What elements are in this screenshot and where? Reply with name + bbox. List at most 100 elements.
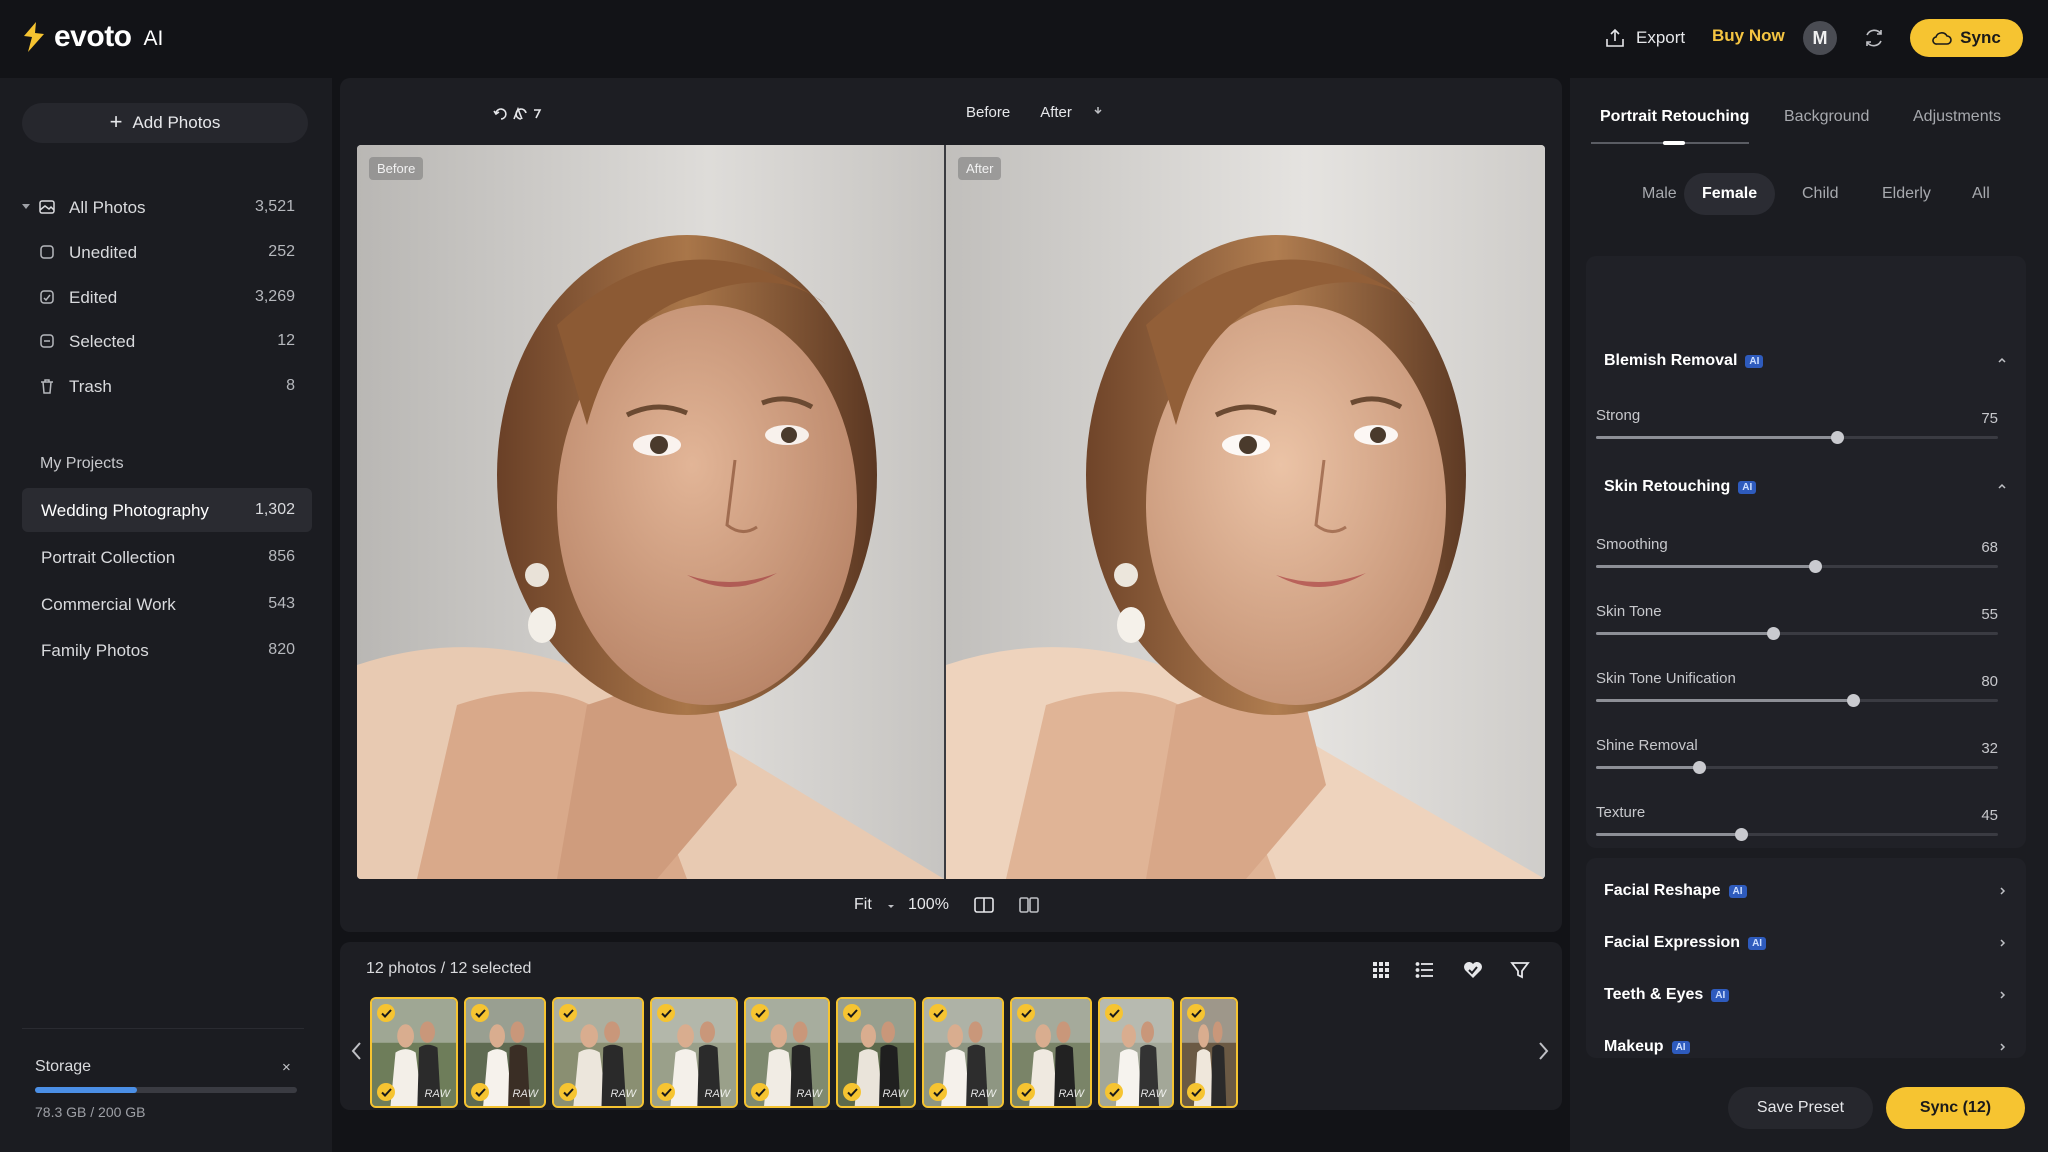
section-header[interactable]: Facial Reshape AI: [1604, 882, 1747, 900]
slider-shine-removal[interactable]: Shine Removal 32: [1596, 737, 1998, 797]
check-icon[interactable]: [843, 1004, 861, 1022]
blemish-removal-header[interactable]: Blemish Removal AI: [1604, 352, 1764, 370]
filmstrip-thumbnail[interactable]: RAW: [744, 997, 830, 1108]
add-photos-button[interactable]: + Add Photos: [22, 103, 308, 143]
slider-handle[interactable]: [1692, 761, 1706, 774]
sidebar-item-unedited[interactable]: Unedited 252: [22, 232, 308, 272]
slider-track[interactable]: [1596, 560, 1998, 573]
segment-all[interactable]: All: [1954, 173, 2008, 215]
filmstrip-thumbnail[interactable]: RAW: [552, 997, 644, 1108]
filmstrip-thumbnail[interactable]: RAW: [1098, 997, 1174, 1108]
chevron-down-icon[interactable]: [1092, 106, 1104, 118]
slider-track[interactable]: [1596, 431, 1998, 444]
filmstrip-thumbnail[interactable]: RAW: [370, 997, 458, 1108]
chevron-up-icon[interactable]: [1996, 354, 2008, 366]
grid-view-icon[interactable]: [1370, 959, 1392, 981]
check-icon[interactable]: [929, 1083, 947, 1101]
zoom-fit-dropdown[interactable]: Fit: [854, 896, 872, 914]
check-icon[interactable]: [471, 1004, 489, 1022]
slider-skin-tone[interactable]: Skin Tone 55: [1596, 603, 1998, 663]
check-icon[interactable]: [559, 1004, 577, 1022]
check-icon[interactable]: [559, 1083, 577, 1101]
caret-down-icon[interactable]: [886, 902, 896, 910]
check-icon[interactable]: [377, 1083, 395, 1101]
check-icon[interactable]: [751, 1083, 769, 1101]
sidebar-item-selected[interactable]: Selected 12: [22, 321, 308, 361]
after-photo[interactable]: [946, 145, 1545, 879]
check-icon[interactable]: [1105, 1083, 1123, 1101]
slider-handle[interactable]: [1808, 560, 1822, 573]
check-icon[interactable]: [657, 1004, 675, 1022]
sidebar-item-trash[interactable]: Trash 8: [22, 366, 308, 406]
refresh-icon[interactable]: [1862, 26, 1886, 50]
side-by-side-icon[interactable]: [1019, 896, 1039, 914]
check-icon[interactable]: [929, 1004, 947, 1022]
slider-skin-tone-unification[interactable]: Skin Tone Unification 80: [1596, 670, 1998, 730]
chevron-right-icon[interactable]: [1996, 1041, 2008, 1053]
tab-portrait-retouching[interactable]: Portrait Retouching: [1600, 108, 1749, 126]
slider-strong[interactable]: Strong 75: [1596, 407, 1998, 467]
filmstrip-thumbnail[interactable]: [1180, 997, 1238, 1108]
compare-before[interactable]: Before: [966, 104, 1010, 121]
section-header[interactable]: Makeup AI: [1604, 1038, 1690, 1056]
sync-selected-button[interactable]: Sync (12): [1886, 1087, 2025, 1129]
filmstrip-thumbnail[interactable]: RAW: [836, 997, 916, 1108]
check-icon[interactable]: [657, 1083, 675, 1101]
slider-handle[interactable]: [1734, 828, 1748, 841]
chevron-left-icon[interactable]: [350, 1040, 364, 1062]
segment-female[interactable]: Female: [1684, 173, 1776, 215]
chevron-up-icon[interactable]: [1996, 480, 2008, 492]
slider-handle[interactable]: [1831, 431, 1845, 444]
slider-smoothing[interactable]: Smoothing 68: [1596, 536, 1998, 596]
app-logo[interactable]: evoto AI: [22, 20, 163, 54]
chevron-right-icon[interactable]: [1996, 885, 2008, 897]
storage-close-icon[interactable]: ×: [282, 1059, 291, 1076]
segment-child[interactable]: Child: [1784, 173, 1856, 215]
filmstrip-thumbnail[interactable]: RAW: [650, 997, 738, 1108]
favorite-icon[interactable]: [1462, 959, 1484, 981]
segment-elderly[interactable]: Elderly: [1864, 173, 1949, 215]
project-item-family[interactable]: Family Photos 820: [22, 628, 312, 672]
check-icon[interactable]: [1017, 1004, 1035, 1022]
slider-handle[interactable]: [1766, 627, 1780, 640]
slider-track[interactable]: [1596, 761, 1998, 774]
sidebar-item-edited[interactable]: Edited 3,269: [22, 277, 308, 317]
section-header[interactable]: Teeth & Eyes AI: [1604, 986, 1730, 1004]
before-photo[interactable]: [357, 145, 944, 879]
slider-track[interactable]: [1596, 627, 1998, 640]
sidebar-item-all-photos[interactable]: All Photos 3,521: [22, 187, 308, 227]
slider-track[interactable]: [1596, 694, 1998, 707]
photo-canvas[interactable]: Before After: [357, 145, 1545, 879]
tab-adjustments[interactable]: Adjustments: [1913, 108, 2001, 126]
check-icon[interactable]: [1187, 1083, 1205, 1101]
check-icon[interactable]: [377, 1004, 395, 1022]
sync-top-button[interactable]: Sync: [1910, 19, 2023, 57]
rotate-tools-icon[interactable]: [492, 104, 552, 124]
check-icon[interactable]: [1187, 1004, 1205, 1022]
filter-icon[interactable]: [1509, 959, 1531, 981]
avatar[interactable]: M: [1803, 21, 1837, 55]
compare-toggle[interactable]: Before After: [966, 104, 1072, 121]
save-preset-button[interactable]: Save Preset: [1728, 1087, 1873, 1129]
project-item-commercial[interactable]: Commercial Work 543: [22, 582, 312, 626]
filmstrip-thumbnail[interactable]: RAW: [922, 997, 1004, 1108]
filmstrip-thumbnail[interactable]: RAW: [464, 997, 546, 1108]
project-item-wedding[interactable]: Wedding Photography 1,302: [22, 488, 312, 532]
tab-background[interactable]: Background: [1784, 108, 1869, 126]
check-icon[interactable]: [1017, 1083, 1035, 1101]
slider-texture[interactable]: Texture 45: [1596, 804, 1998, 864]
section-header[interactable]: Facial Expression AI: [1604, 934, 1767, 952]
check-icon[interactable]: [751, 1004, 769, 1022]
check-icon[interactable]: [843, 1083, 861, 1101]
compare-after[interactable]: After: [1040, 104, 1072, 121]
filmstrip-thumbnail[interactable]: RAW: [1010, 997, 1092, 1108]
slider-handle[interactable]: [1847, 694, 1861, 707]
check-icon[interactable]: [1105, 1004, 1123, 1022]
chevron-right-icon[interactable]: [1996, 989, 2008, 1001]
chevron-right-icon[interactable]: [1536, 1040, 1550, 1062]
skin-retouching-header[interactable]: Skin Retouching AI: [1604, 478, 1757, 496]
buy-now-link[interactable]: Buy Now: [1712, 26, 1785, 46]
chevron-right-icon[interactable]: [1996, 937, 2008, 949]
slider-track[interactable]: [1596, 828, 1998, 841]
list-view-icon[interactable]: [1414, 959, 1436, 981]
